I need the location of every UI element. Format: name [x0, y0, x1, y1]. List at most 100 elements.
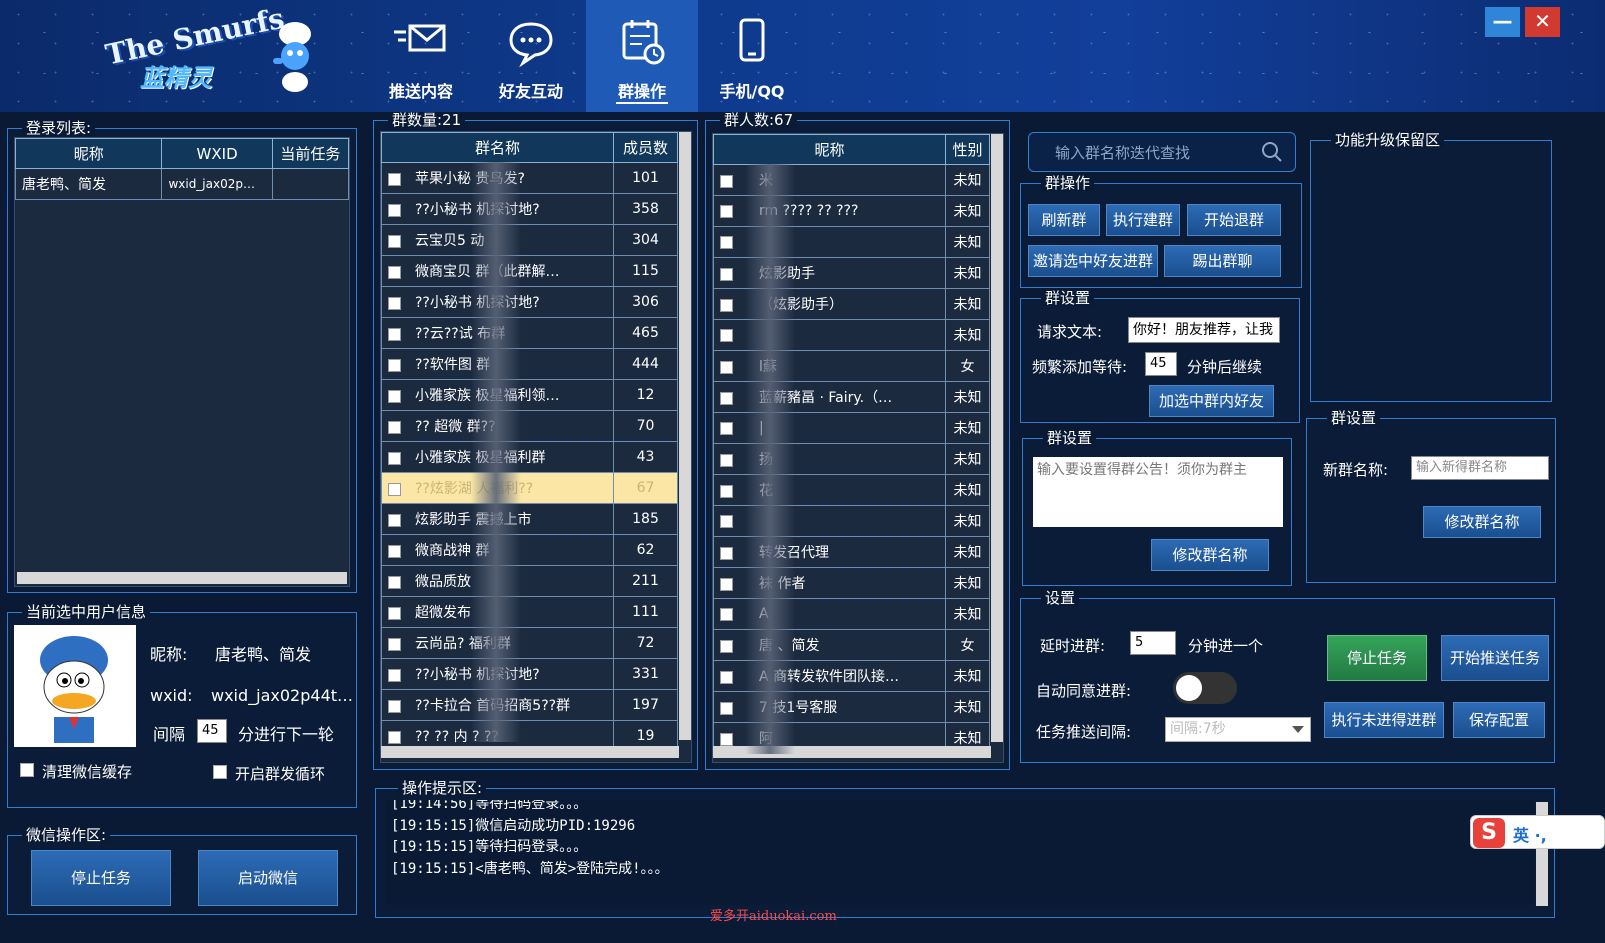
row-checkbox[interactable] — [720, 391, 733, 405]
modify-notice-button[interactable]: 修改群名称 — [1151, 539, 1269, 571]
row-checkbox[interactable] — [720, 484, 733, 498]
row-checkbox[interactable] — [388, 389, 401, 403]
table-row[interactable]: 云尚品? 福利群 72 — [381, 627, 678, 659]
row-checkbox[interactable] — [720, 267, 733, 281]
cell-member-count: 185 — [613, 503, 678, 535]
row-checkbox[interactable] — [720, 701, 733, 715]
row-checkbox[interactable] — [388, 358, 401, 372]
table-row[interactable]: 苹果小秘 贵鸟发? 101 — [381, 162, 678, 194]
refresh-groups-button[interactable]: 刷新群 — [1028, 204, 1100, 236]
row-checkbox[interactable] — [720, 670, 733, 684]
start-push-button[interactable]: 开始推送任务 — [1441, 635, 1549, 681]
row-checkbox[interactable] — [720, 204, 733, 218]
tab-push-content[interactable]: 推送内容 — [365, 0, 477, 112]
tab-friend-interaction[interactable]: 好友互动 — [475, 0, 587, 112]
row-checkbox[interactable] — [388, 482, 401, 496]
table-row[interactable]: ??小秘书 机探讨地?306 — [381, 286, 678, 318]
row-checkbox[interactable] — [388, 637, 401, 651]
rename-group-button[interactable]: 修改群名称 — [1423, 506, 1541, 538]
row-checkbox[interactable] — [388, 172, 401, 186]
table-row[interactable]: ??云??试 布群 465 — [381, 317, 678, 349]
table-row[interactable]: 唐老鸭、简发 wxid_jax02p… — [14, 168, 350, 200]
table-row[interactable]: ??软件图 群 444 — [381, 348, 678, 380]
save-config-button[interactable]: 保存配置 — [1453, 702, 1545, 738]
row-checkbox[interactable] — [388, 234, 401, 248]
tab-phone-qq[interactable]: 手机/QQ — [696, 0, 808, 112]
row-checkbox[interactable] — [720, 639, 733, 653]
row-checkbox[interactable] — [388, 327, 401, 341]
table-row[interactable]: 炫影助手 震撼上市185 — [381, 503, 678, 535]
group-list-panel: 群数量:21 群名称 成员数 苹果小秘 贵鸟发?101??小秘书 机探讨地?35… — [373, 112, 698, 770]
row-checkbox[interactable] — [720, 577, 733, 591]
row-checkbox[interactable] — [388, 575, 401, 589]
row-checkbox[interactable] — [388, 420, 401, 434]
kick-from-group-button[interactable]: 踢出群聊 — [1164, 245, 1281, 277]
table-row[interactable]: 微商战神 群 62 — [381, 534, 678, 566]
row-checkbox[interactable] — [720, 174, 733, 188]
row-checkbox[interactable] — [388, 451, 401, 465]
build-group-button[interactable]: 执行建群 — [1106, 204, 1180, 236]
table-row[interactable]: 小雅家族 极星福利领…12 — [381, 379, 678, 411]
col-header: 昵称 — [713, 134, 946, 165]
row-checkbox[interactable] — [720, 514, 733, 528]
row-checkbox[interactable] — [720, 235, 733, 249]
tab-group-ops[interactable]: 群操作 — [586, 0, 698, 112]
table-row[interactable]: 超微发布 111 — [381, 596, 678, 628]
clear-cache-checkbox[interactable] — [20, 763, 34, 777]
row-checkbox[interactable] — [388, 730, 401, 744]
table-row[interactable]: ??卡拉合 首码招商5??群 197 — [381, 689, 678, 721]
table-row[interactable]: ??炫影湖 人福利??67 — [381, 472, 678, 504]
vertical-scrollbar[interactable] — [679, 132, 691, 740]
row-checkbox[interactable] — [720, 732, 733, 746]
interval-input[interactable]: 45 — [197, 719, 227, 743]
exec-join-button[interactable]: 执行未进得进群 — [1324, 702, 1444, 738]
stop-task-button[interactable]: 停止任务 — [1327, 635, 1427, 681]
invite-friends-button[interactable]: 邀请选中好友进群 — [1028, 245, 1158, 277]
cell-member-sex: 未知 — [945, 319, 990, 351]
cell-member-sex: 未知 — [945, 691, 990, 723]
delay-join-input[interactable]: 5 — [1130, 631, 1176, 655]
row-checkbox[interactable] — [720, 453, 733, 467]
table-row[interactable]: 小雅家族 极星福利群43 — [381, 441, 678, 473]
table-row[interactable]: 微品质放 211 — [381, 565, 678, 597]
row-checkbox[interactable] — [388, 296, 401, 310]
new-group-name-input[interactable]: 输入新得群名称 — [1411, 456, 1549, 480]
row-checkbox[interactable] — [720, 298, 733, 312]
auto-accept-toggle[interactable] — [1173, 672, 1237, 704]
minimize-button[interactable]: — — [1485, 7, 1520, 37]
push-interval-select[interactable]: 间隔:7秒 — [1165, 717, 1311, 742]
vertical-scrollbar[interactable] — [991, 134, 1003, 742]
row-checkbox[interactable] — [720, 546, 733, 560]
row-checkbox[interactable] — [388, 544, 401, 558]
search-icon[interactable] — [1261, 141, 1283, 163]
table-row[interactable]: ??小秘书 机探讨地?331 — [381, 658, 678, 690]
row-checkbox[interactable] — [720, 328, 733, 342]
row-checkbox[interactable] — [388, 513, 401, 527]
row-checkbox[interactable] — [388, 203, 401, 217]
freq-wait-input[interactable]: 45 — [1145, 352, 1177, 376]
row-checkbox[interactable] — [720, 360, 733, 374]
request-text-input[interactable]: 你好！朋友推荐，让我 — [1128, 317, 1280, 343]
log-line: [19:15:15]微信启动成功PID:19296 — [391, 817, 636, 834]
stop-task-button[interactable]: 停止任务 — [31, 850, 171, 906]
table-row[interactable]: ??小秘书 机探讨地?358 — [381, 193, 678, 225]
row-checkbox[interactable] — [388, 699, 401, 713]
row-checkbox[interactable] — [388, 668, 401, 682]
quit-group-button[interactable]: 开始退群 — [1187, 204, 1281, 236]
table-row[interactable]: 云宝贝5 动 304 — [381, 224, 678, 256]
horizontal-scrollbar[interactable] — [381, 746, 679, 758]
group-notice-textarea[interactable]: 输入要设置得群公告！须你为群主 — [1033, 457, 1283, 527]
ime-indicator[interactable]: S 英 ·, — [1470, 815, 1605, 849]
search-box[interactable]: 输入群名称迭代查找 — [1028, 132, 1296, 172]
row-checkbox[interactable] — [720, 421, 733, 435]
horizontal-scrollbar[interactable] — [17, 572, 347, 584]
table-row[interactable]: ?? 超微 群?? 70 — [381, 410, 678, 442]
row-checkbox[interactable] — [388, 265, 401, 279]
row-checkbox[interactable] — [388, 606, 401, 620]
start-wechat-button[interactable]: 启动微信 — [198, 850, 338, 906]
row-checkbox[interactable] — [720, 607, 733, 621]
add-group-friends-button[interactable]: 加选中群内好友 — [1149, 385, 1274, 417]
loop-group-checkbox[interactable] — [213, 765, 227, 779]
close-button[interactable]: ✕ — [1525, 7, 1560, 37]
table-row[interactable]: 微商宝贝 群（此群解…115 — [381, 255, 678, 287]
